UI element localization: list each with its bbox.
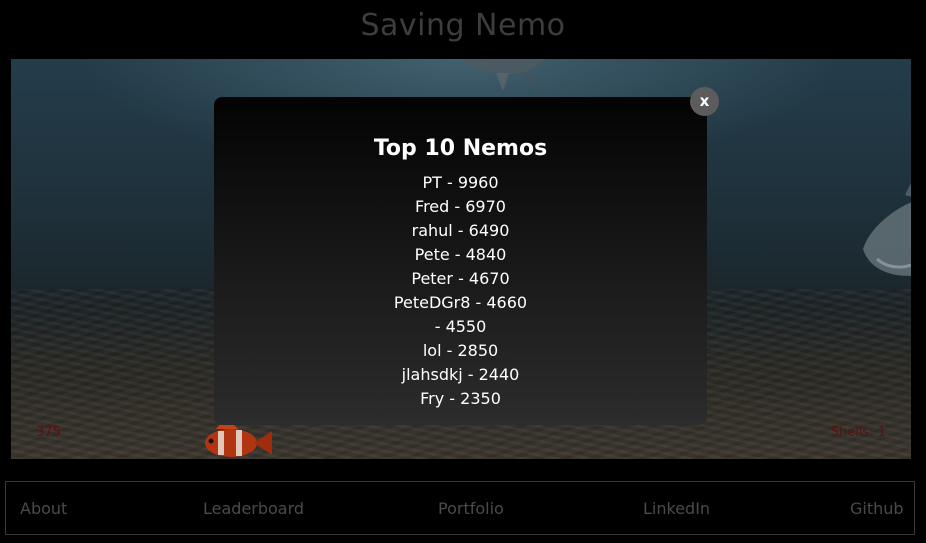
game-title: Saving Nemo <box>360 8 566 43</box>
leaderboard-entry: Fred - 6970 <box>415 197 506 216</box>
score-display: 375 <box>36 425 61 440</box>
leaderboard-entry: Fry - 2350 <box>420 389 501 408</box>
leaderboard-entry: rahul - 6490 <box>411 221 510 240</box>
leaderboard-entry: - 4550 <box>434 317 487 336</box>
nav-link-portfolio[interactable]: Portfolio <box>438 499 504 518</box>
leaderboard-list: PT - 9960 Fred - 6970 rahul - 6490 Pete … <box>214 171 707 411</box>
shells-counter: Shells: 1 <box>830 425 886 440</box>
page: Saving Nemo 375 Shells: 1 x Top 10 Nemos <box>0 0 926 543</box>
nav-link-leaderboard[interactable]: Leaderboard <box>203 499 304 518</box>
nav-link-github[interactable]: Github <box>850 499 904 518</box>
footer-nav: About Leaderboard Portfolio LinkedIn Git… <box>5 481 915 535</box>
nav-link-about[interactable]: About <box>20 499 67 518</box>
leaderboard-modal: x Top 10 Nemos PT - 9960 Fred - 6970 rah… <box>214 87 719 425</box>
leaderboard-entry: lol - 2850 <box>422 341 499 360</box>
leaderboard-entry: Peter - 4670 <box>411 269 510 288</box>
shark-right-sprite <box>863 183 911 276</box>
nav-link-linkedin[interactable]: LinkedIn <box>643 499 710 518</box>
leaderboard-entry: PeteDGr8 - 4660 <box>393 293 528 312</box>
leaderboard-entry: jlahsdkj - 2440 <box>401 365 520 384</box>
leaderboard-title: Top 10 Nemos <box>373 136 548 161</box>
clownfish-player <box>205 423 272 457</box>
leaderboard-entry: Pete - 4840 <box>414 245 507 264</box>
leaderboard-entry: PT - 9960 <box>422 173 499 192</box>
close-button[interactable]: x <box>690 87 719 116</box>
